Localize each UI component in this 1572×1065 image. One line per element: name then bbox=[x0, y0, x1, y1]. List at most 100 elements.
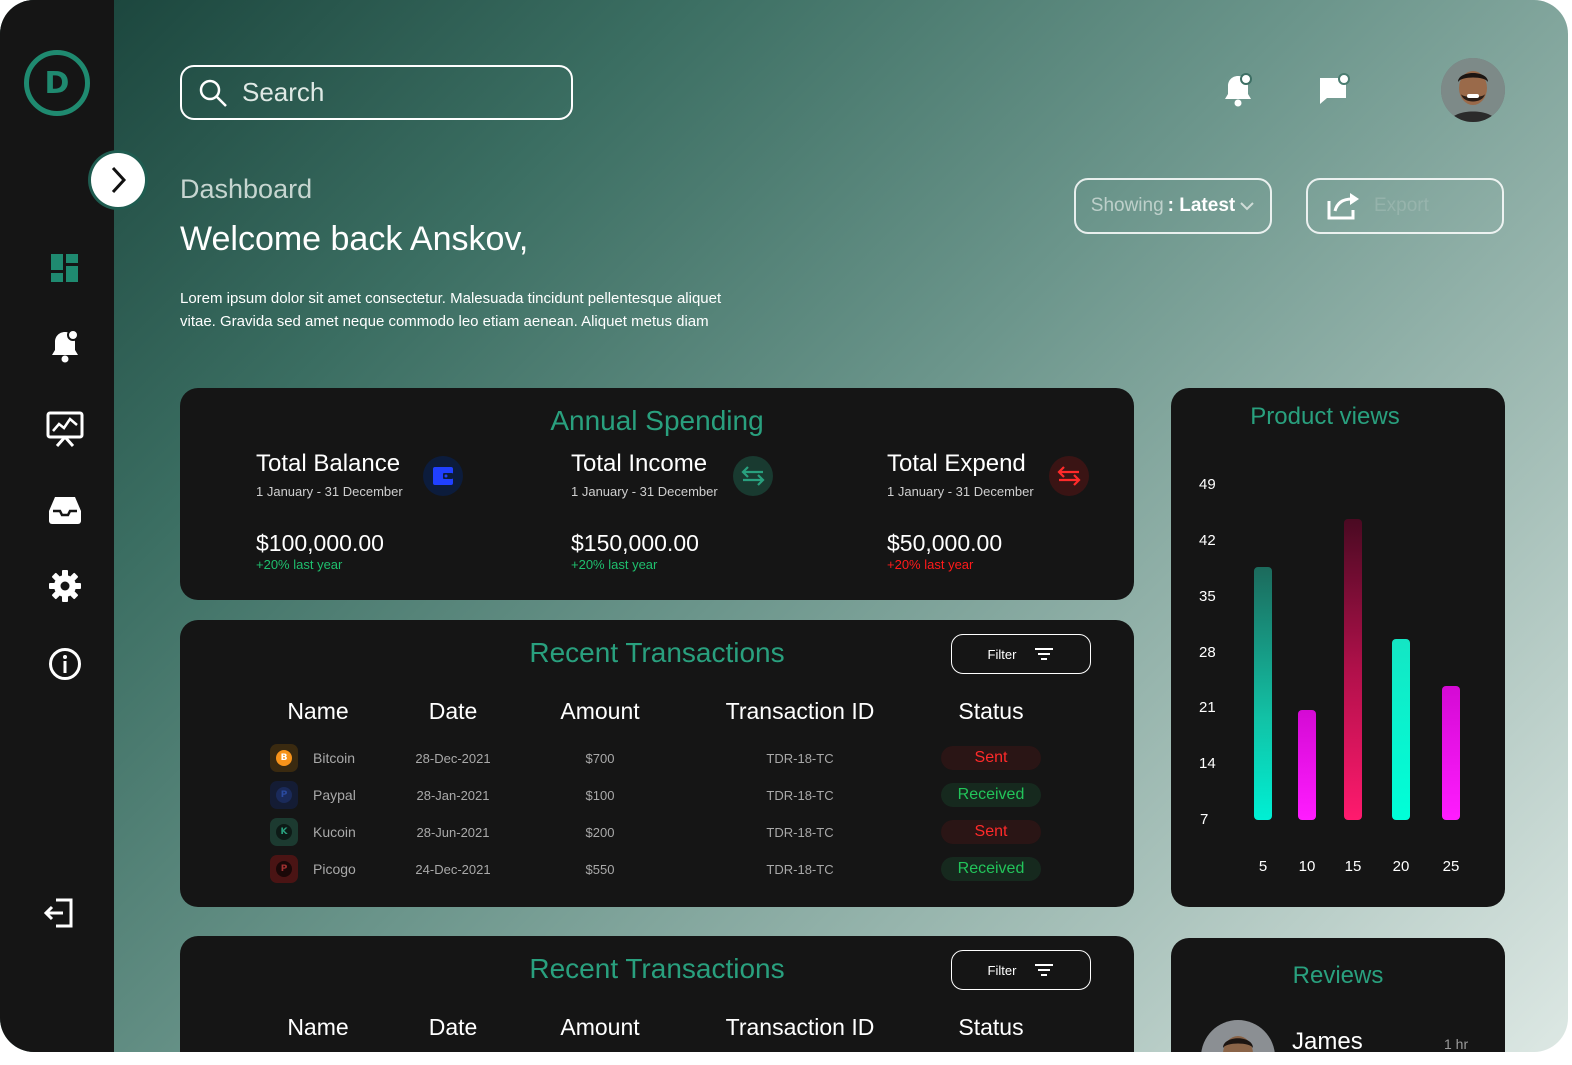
app-logo[interactable]: D bbox=[24, 50, 90, 116]
product-views-card bbox=[1171, 388, 1505, 907]
picogo-icon: P bbox=[270, 855, 298, 883]
breadcrumb: Dashboard bbox=[180, 174, 313, 204]
row-name: Kucoin bbox=[313, 824, 356, 840]
status-badge: Received bbox=[941, 783, 1041, 807]
export-label: Export bbox=[1374, 195, 1429, 216]
search-input[interactable]: Search bbox=[180, 65, 573, 120]
info-icon bbox=[49, 648, 81, 680]
column-header-amount[interactable]: Amount bbox=[560, 698, 639, 725]
stat-change: +20% last year bbox=[256, 557, 343, 572]
search-icon bbox=[199, 79, 227, 107]
status-badge: Sent bbox=[941, 820, 1041, 844]
chat-icon bbox=[1320, 73, 1350, 104]
filter-label: Filter bbox=[987, 646, 1017, 662]
bell-icon bbox=[1225, 73, 1252, 107]
row-amount: $700 bbox=[585, 751, 615, 766]
y-tick-label: 42 bbox=[1199, 531, 1216, 549]
filter-label: Filter bbox=[987, 962, 1017, 978]
filter-button-2[interactable]: Filter bbox=[951, 950, 1091, 990]
column-header-date[interactable]: Date bbox=[429, 1014, 478, 1041]
kucoin-icon: K bbox=[270, 818, 298, 846]
y-tick-label: 21 bbox=[1199, 699, 1216, 717]
sidebar-item-settings[interactable] bbox=[44, 565, 86, 607]
column-header-date[interactable]: Date bbox=[429, 698, 478, 725]
chart-bar-15[interactable] bbox=[1344, 518, 1362, 820]
inbox-tray-icon bbox=[49, 497, 81, 524]
user-avatar[interactable] bbox=[1441, 58, 1505, 122]
stat-range: 1 January - 31 December bbox=[887, 484, 1034, 499]
row-date: 28-Jun-2021 bbox=[416, 825, 490, 840]
stat-amount: $100,000.00 bbox=[256, 530, 384, 556]
filter-icon bbox=[1035, 964, 1054, 976]
stat-total-income: Total Income 1 January - 31 December $15… bbox=[571, 450, 718, 572]
transfer-arrows-icon bbox=[733, 456, 773, 496]
sidebar-expand-button[interactable] bbox=[88, 150, 148, 210]
notifications-button[interactable] bbox=[1218, 70, 1258, 110]
column-header-name[interactable]: Name bbox=[287, 698, 348, 725]
bell-icon bbox=[52, 329, 79, 363]
status-badge: Sent bbox=[941, 746, 1041, 770]
logout-button[interactable] bbox=[38, 892, 80, 934]
page-title: Welcome back Anskov, bbox=[180, 220, 529, 258]
showing-dropdown[interactable]: Showing : Latest bbox=[1074, 178, 1272, 234]
stat-label: Total Income bbox=[571, 450, 708, 477]
stat-label: Total Expend bbox=[887, 450, 1026, 477]
chart-bar-25[interactable] bbox=[1442, 686, 1460, 820]
x-tick-label: 25 bbox=[1442, 858, 1460, 875]
row-name: Bitcoin bbox=[313, 750, 356, 766]
y-tick-label: 35 bbox=[1199, 587, 1216, 605]
column-header-status[interactable]: Status bbox=[958, 698, 1023, 725]
chart-bar-10[interactable] bbox=[1298, 710, 1316, 820]
reviewer-name: James bbox=[1292, 1028, 1363, 1052]
chevron-down-icon bbox=[1240, 202, 1254, 211]
stat-amount: $150,000.00 bbox=[571, 530, 699, 556]
x-tick-label: 10 bbox=[1298, 858, 1316, 875]
column-header-transaction-id[interactable]: Transaction ID bbox=[726, 1014, 875, 1041]
sidebar-item-analytics[interactable] bbox=[44, 408, 86, 450]
y-tick-label: 7 bbox=[1200, 811, 1209, 828]
logo-letter: D bbox=[44, 65, 70, 101]
row-amount: $200 bbox=[585, 825, 615, 840]
stat-change: +20% last year bbox=[887, 557, 974, 572]
review-time: 1 hr bbox=[1444, 1036, 1469, 1052]
row-amount: $550 bbox=[585, 862, 615, 877]
paypal-icon: P bbox=[270, 781, 298, 809]
column-header-transaction-id[interactable]: Transaction ID bbox=[726, 698, 875, 725]
sidebar-item-notifications[interactable] bbox=[44, 325, 86, 367]
sidebar-item-info[interactable] bbox=[44, 643, 86, 685]
chart-bar-5[interactable] bbox=[1254, 566, 1272, 820]
chevron-right-icon bbox=[111, 166, 127, 194]
dashboard-grid-icon bbox=[51, 254, 78, 282]
row-transaction-id: TDR-18-TC bbox=[766, 862, 834, 877]
reviews-title: Reviews bbox=[1292, 962, 1384, 989]
annual-spending-title: Annual Spending bbox=[550, 405, 764, 436]
gear-icon bbox=[49, 570, 81, 602]
avatar-photo bbox=[1441, 58, 1505, 122]
x-tick-label: 5 bbox=[1258, 858, 1268, 875]
stat-range: 1 January - 31 December bbox=[571, 484, 718, 499]
row-transaction-id: TDR-18-TC bbox=[766, 751, 834, 766]
showing-value: : Latest bbox=[1167, 195, 1236, 216]
product-views-title: Product views bbox=[1250, 403, 1400, 430]
x-tick-label: 15 bbox=[1344, 858, 1362, 875]
showing-label: Showing bbox=[1090, 195, 1164, 216]
stat-total-expend: Total Expend 1 January - 31 December $50… bbox=[887, 450, 1034, 572]
column-header-name[interactable]: Name bbox=[287, 1014, 348, 1041]
y-tick-label: 49 bbox=[1199, 476, 1216, 493]
row-name: Picogo bbox=[313, 861, 356, 877]
logout-icon bbox=[43, 898, 73, 928]
messages-button[interactable] bbox=[1314, 70, 1354, 110]
y-tick-label: 28 bbox=[1199, 643, 1216, 661]
sidebar-item-dashboard[interactable] bbox=[44, 247, 86, 289]
export-button[interactable]: Export bbox=[1306, 178, 1504, 234]
stat-label: Total Balance bbox=[256, 450, 401, 477]
column-header-status[interactable]: Status bbox=[958, 1014, 1023, 1041]
y-tick-label: 14 bbox=[1199, 755, 1216, 773]
filter-icon bbox=[1035, 648, 1054, 660]
chart-bar-20[interactable] bbox=[1392, 638, 1410, 820]
column-header-amount[interactable]: Amount bbox=[560, 1014, 639, 1041]
filter-button[interactable]: Filter bbox=[951, 634, 1091, 674]
sidebar-item-inbox[interactable] bbox=[44, 489, 86, 531]
search-placeholder: Search bbox=[242, 77, 325, 107]
presentation-chart-icon bbox=[46, 411, 84, 447]
